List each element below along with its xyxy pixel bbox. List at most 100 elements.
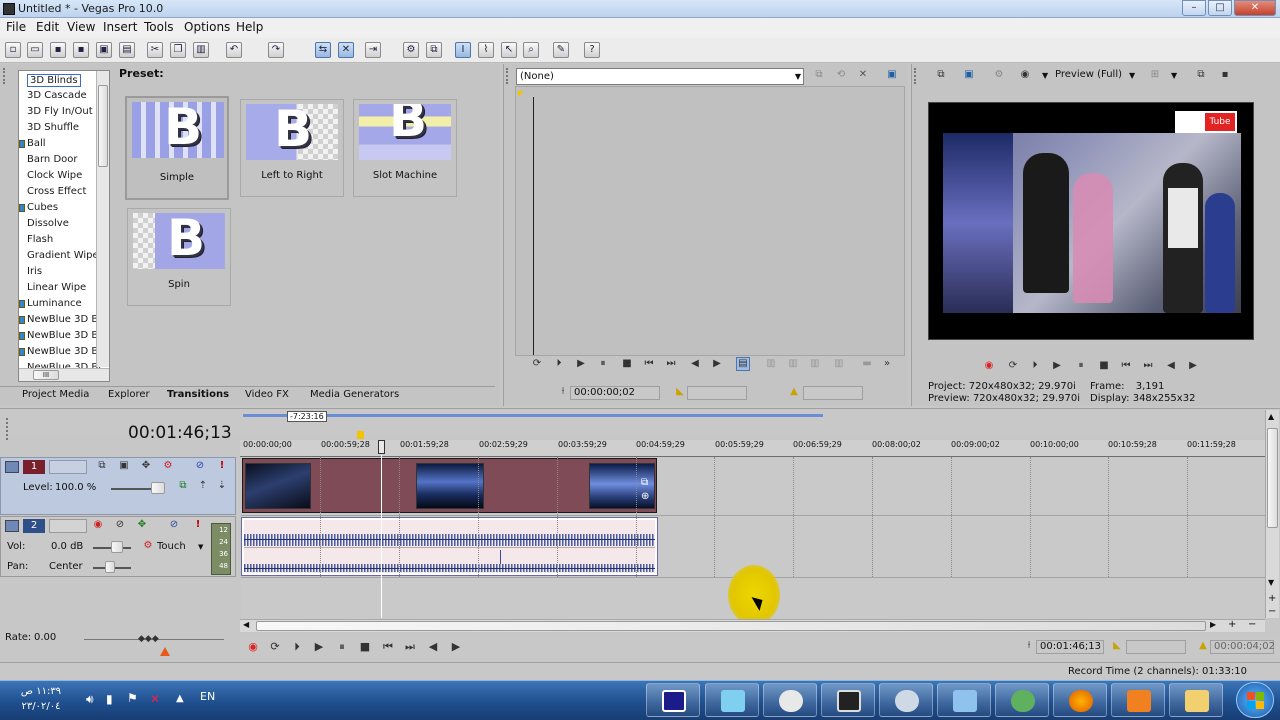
- loop-icon[interactable]: ⟳: [1006, 360, 1020, 374]
- undo-icon[interactable]: ↶: [226, 42, 242, 58]
- tab-media-generators[interactable]: Media Generators: [310, 389, 399, 400]
- ignore-grouping-icon[interactable]: ⧉: [426, 42, 442, 58]
- show-hidden-icons[interactable]: ▲: [176, 693, 184, 704]
- list-item[interactable]: 3D Shuffle: [27, 122, 79, 133]
- panel-grip[interactable]: [506, 68, 512, 84]
- mute-icon[interactable]: ⊘: [193, 460, 207, 474]
- taskbar-network-button[interactable]: [937, 683, 991, 717]
- menu-help[interactable]: Help: [236, 20, 263, 34]
- menu-edit[interactable]: Edit: [36, 20, 59, 34]
- list-item[interactable]: Barn Door: [27, 154, 78, 165]
- new-icon[interactable]: ▫: [5, 42, 21, 58]
- taskbar-media-player-button[interactable]: [1111, 683, 1165, 717]
- list-item[interactable]: Luminance: [27, 298, 82, 309]
- track-name-field[interactable]: [49, 519, 87, 533]
- list-hscrollbar[interactable]: III: [19, 368, 109, 381]
- menu-view[interactable]: View: [67, 20, 95, 34]
- menu-insert[interactable]: Insert: [103, 20, 137, 34]
- redo-icon[interactable]: ↷: [268, 42, 284, 58]
- timeline-hscrollbar[interactable]: ◀ ▶ + −: [240, 619, 1265, 632]
- list-item[interactable]: Linear Wipe: [27, 282, 86, 293]
- list-hscrollbar-thumb[interactable]: III: [33, 370, 59, 380]
- cut-icon[interactable]: ✂: [147, 42, 163, 58]
- close-button[interactable]: ✕: [1234, 0, 1276, 16]
- list-item[interactable]: NewBlue 3D Bo: [27, 346, 104, 357]
- whats-this-icon[interactable]: ?: [584, 42, 600, 58]
- menu-tools[interactable]: Tools: [144, 20, 174, 34]
- video-preview-screen[interactable]: Tube: [928, 102, 1254, 340]
- panel-grip[interactable]: [914, 68, 920, 84]
- language-indicator[interactable]: EN: [200, 690, 215, 703]
- preset-left-to-right[interactable]: B Left to Right: [240, 99, 344, 197]
- stop-icon[interactable]: ■: [1097, 360, 1111, 374]
- tab-explorer[interactable]: Explorer: [108, 389, 150, 400]
- chevron-up-icon[interactable]: ▲: [1268, 412, 1274, 421]
- solo-icon[interactable]: !: [191, 519, 205, 533]
- tab-transitions[interactable]: Transitions: [167, 389, 229, 400]
- selection-start-field[interactable]: [1126, 640, 1186, 654]
- online-help-icon[interactable]: ✎: [553, 42, 569, 58]
- list-item[interactable]: Gradient Wipe: [27, 250, 99, 261]
- insert-icon[interactable]: ▥: [786, 358, 800, 372]
- copy-icon[interactable]: ❐: [170, 42, 186, 58]
- mute-icon[interactable]: ⊘: [167, 519, 181, 533]
- zoom-out-icon[interactable]: −: [1248, 619, 1256, 630]
- level-slider-thumb[interactable]: [151, 482, 165, 494]
- list-item[interactable]: Flash: [27, 234, 53, 245]
- system-clock[interactable]: ١١:٣٩ ص ٢٣/٠٢/٠٤: [10, 684, 72, 718]
- video-clip[interactable]: ⧉ ⊕: [242, 458, 657, 513]
- preset-spin[interactable]: B Spin: [127, 208, 231, 306]
- list-item[interactable]: Cubes: [27, 202, 58, 213]
- chevron-down-icon[interactable]: ▼: [198, 543, 203, 551]
- next-frame-icon[interactable]: ▶: [1186, 360, 1200, 374]
- record-icon[interactable]: ◉: [982, 360, 996, 374]
- taskbar-settings-button[interactable]: [763, 683, 817, 717]
- track-fx-icon[interactable]: ✥: [135, 519, 149, 533]
- timeline-timecode[interactable]: 00:01:46;13: [128, 423, 232, 443]
- save-icon[interactable]: ▪: [50, 42, 66, 58]
- play-icon[interactable]: ▶: [574, 358, 588, 372]
- panel-grip[interactable]: [3, 68, 13, 84]
- pause-icon[interactable]: ⏸: [596, 358, 610, 372]
- pan-slider-thumb[interactable]: [105, 561, 115, 573]
- go-to-start-icon[interactable]: ⏮: [380, 640, 396, 654]
- fit-icon[interactable]: ▥: [832, 358, 846, 372]
- playhead-handle[interactable]: [378, 440, 385, 454]
- zoom-in-icon[interactable]: +: [1228, 619, 1236, 630]
- start-button[interactable]: [1236, 682, 1274, 718]
- timeline-hscrollbar-thumb[interactable]: [256, 621, 1206, 631]
- cursor-position-field[interactable]: 00:01:46;13: [1036, 640, 1104, 654]
- selection-length-field[interactable]: 00:00:04;02: [1210, 640, 1275, 654]
- external-monitor-icon[interactable]: ▣: [962, 69, 976, 83]
- rate-slider-thumb[interactable]: ◆◆◆: [138, 634, 162, 644]
- volume-icon[interactable]: 🔊︎: [86, 692, 94, 707]
- taskbar-explorer-button[interactable]: [1169, 683, 1223, 717]
- tab-video-fx[interactable]: Video FX: [245, 389, 289, 400]
- render-icon[interactable]: ▣: [96, 42, 112, 58]
- child-icon[interactable]: ⇣: [215, 480, 229, 494]
- menu-options[interactable]: Options: [184, 20, 230, 34]
- go-to-start-icon[interactable]: ⏮: [642, 358, 656, 372]
- timeline-ruler[interactable]: 00:00:00;00 00:00:59;28 00:01:59;28 00:0…: [240, 440, 1265, 456]
- arm-record-icon[interactable]: ◉: [91, 519, 105, 533]
- automation-mode[interactable]: Touch: [157, 541, 186, 552]
- taskbar-vegas-button[interactable]: [646, 683, 700, 717]
- go-to-end-icon[interactable]: ⏭: [664, 358, 678, 372]
- trimmer-timecode[interactable]: 00:00:00;02: [570, 386, 660, 400]
- snap-icon[interactable]: ⇆: [315, 42, 331, 58]
- play-icon[interactable]: ▶: [1050, 360, 1064, 374]
- taskbar-notepad-button[interactable]: [705, 683, 759, 717]
- list-item[interactable]: Iris: [27, 266, 42, 277]
- preset-slot-machine[interactable]: B Slot Machine: [353, 99, 457, 197]
- event-fx-icon[interactable]: ⧉: [641, 477, 648, 488]
- app-icon[interactable]: [3, 3, 15, 15]
- save-as-icon[interactable]: ▪: [73, 42, 89, 58]
- minimize-button[interactable]: –: [1182, 0, 1206, 16]
- audio-clip[interactable]: [241, 517, 658, 576]
- panel-grip[interactable]: [6, 418, 12, 440]
- track-fx-icon[interactable]: ✥: [139, 460, 153, 474]
- marker-icon[interactable]: [357, 431, 364, 439]
- zoom-in-icon[interactable]: +: [1268, 593, 1276, 604]
- save-snapshot-icon[interactable]: ▪: [1218, 69, 1232, 83]
- go-to-end-icon[interactable]: ⏭: [1141, 360, 1155, 374]
